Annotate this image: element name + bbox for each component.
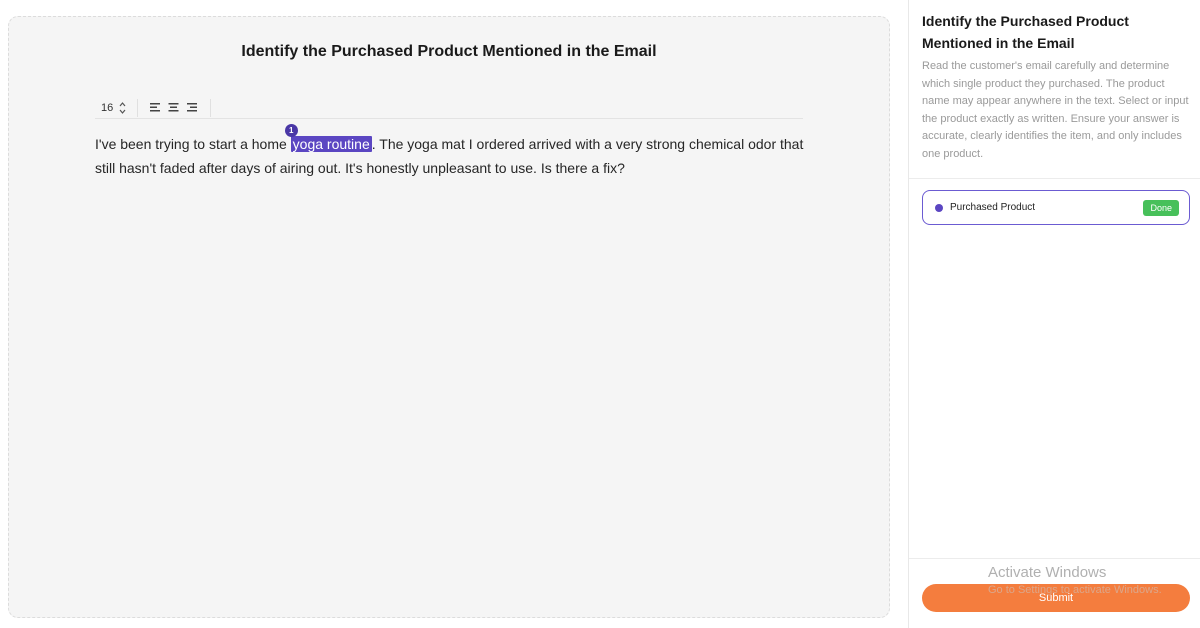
field-label: Purchased Product [950,202,1036,213]
align-center-icon [168,103,178,112]
align-left-icon [149,103,160,112]
toolbar-divider [137,98,138,117]
font-size-stepper[interactable] [118,100,127,116]
instructions-sidebar: Identify the Purchased Product Mentioned… [908,0,1200,628]
sidebar-title: Identify the Purchased Product Mentioned… [922,13,1129,51]
sidebar-footer-divider [909,558,1200,559]
submit-button[interactable]: Submit [922,584,1190,612]
align-center-button[interactable] [164,100,182,116]
toolbar-divider [210,98,211,117]
chevron-up-down-icon[interactable] [118,100,127,116]
field-dot-icon [935,203,943,212]
font-size-value[interactable]: 16 [101,102,115,114]
purchased-product-field[interactable]: Purchased Product Done [922,190,1190,225]
email-body[interactable]: I've been trying to start a home 1 yoga r… [95,124,805,180]
align-right-icon [186,103,197,112]
formatting-toolbar: 16 [95,97,803,119]
highlighted-span[interactable]: 1 yoga routine [284,124,372,156]
sidebar-description: Read the customer's email carefully and … [922,60,1189,160]
sidebar-divider [909,178,1200,179]
align-left-button[interactable] [146,100,164,116]
highlighted-text[interactable]: yoga routine [290,136,372,152]
email-text-before: I've been trying to start a home [95,136,291,152]
editor-panel: Identify the Purchased Product Mentioned… [8,16,890,618]
status-badge: Done [1143,199,1179,216]
align-right-button[interactable] [182,100,200,116]
highlight-index-badge: 1 [284,124,298,137]
task-title: Identify the Purchased Product Mentioned… [241,43,657,60]
